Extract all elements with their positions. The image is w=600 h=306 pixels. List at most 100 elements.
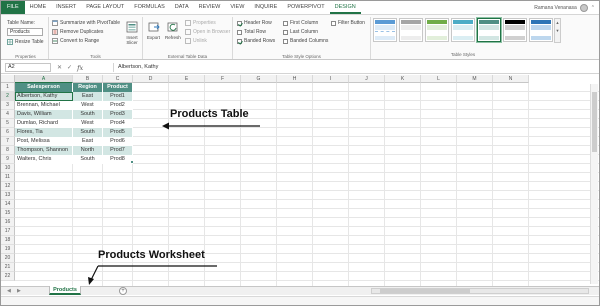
export-button[interactable]: Export bbox=[147, 21, 160, 40]
column-header-h[interactable]: H bbox=[277, 75, 313, 83]
table-cell[interactable]: East bbox=[73, 137, 103, 146]
add-sheet-icon[interactable]: + bbox=[119, 287, 127, 295]
column-header-f[interactable]: F bbox=[205, 75, 241, 83]
row-header-16[interactable]: 16 bbox=[1, 218, 15, 227]
row-header-10[interactable]: 10 bbox=[1, 164, 15, 173]
row-header-11[interactable]: 11 bbox=[1, 173, 15, 182]
horizontal-scrollbar[interactable] bbox=[371, 288, 589, 294]
gallery-scroll-icon[interactable]: ▲ ▼ bbox=[554, 18, 561, 43]
table-style-swatch[interactable] bbox=[503, 18, 527, 42]
banded-columns-checkbox[interactable]: Banded Columns bbox=[283, 38, 328, 44]
tab-insert[interactable]: INSERT bbox=[51, 1, 81, 14]
table-cell[interactable]: Prod4 bbox=[103, 119, 133, 128]
column-header-b[interactable]: B bbox=[73, 75, 103, 83]
total-row-checkbox[interactable]: Total Row bbox=[237, 29, 266, 35]
row-header-22[interactable]: 22 bbox=[1, 272, 15, 281]
column-header-m[interactable]: M bbox=[457, 75, 493, 83]
tab-design[interactable]: DESIGN bbox=[329, 1, 361, 14]
table-cell[interactable]: Walters, Chris bbox=[15, 155, 73, 164]
column-header-i[interactable]: I bbox=[313, 75, 349, 83]
row-header-18[interactable]: 18 bbox=[1, 236, 15, 245]
table-cell[interactable]: Brennan, Michael bbox=[15, 101, 73, 110]
row-header-1[interactable]: 1 bbox=[1, 83, 15, 92]
summarize-pivot-button[interactable]: Summarize with PivotTable bbox=[52, 20, 120, 26]
remove-duplicates-button[interactable]: Remove Duplicates bbox=[52, 29, 103, 35]
row-header-12[interactable]: 12 bbox=[1, 182, 15, 191]
row-header-19[interactable]: 19 bbox=[1, 245, 15, 254]
column-header-c[interactable]: C bbox=[103, 75, 133, 83]
tab-review[interactable]: REVIEW bbox=[194, 1, 226, 14]
column-header-g[interactable]: G bbox=[241, 75, 277, 83]
table-cell[interactable]: Prod7 bbox=[103, 146, 133, 155]
row-header-5[interactable]: 5 bbox=[1, 119, 15, 128]
tab-page-layout[interactable]: PAGE LAYOUT bbox=[81, 1, 129, 14]
insert-function-icon[interactable]: fx bbox=[77, 64, 83, 72]
table-header-cell[interactable]: Salesperson bbox=[15, 83, 73, 92]
table-resize-handle[interactable] bbox=[131, 161, 133, 163]
convert-to-range-button[interactable]: Convert to Range bbox=[52, 38, 99, 44]
row-header-14[interactable]: 14 bbox=[1, 200, 15, 209]
vertical-scroll-thumb[interactable] bbox=[592, 92, 597, 152]
table-cell[interactable]: West bbox=[73, 119, 103, 128]
selected-cell[interactable]: Albertson, Kathy bbox=[15, 92, 73, 101]
row-header-20[interactable]: 20 bbox=[1, 254, 15, 263]
row-header-2[interactable]: 2 bbox=[1, 92, 15, 101]
tab-home[interactable]: HOME bbox=[25, 1, 52, 14]
row-header-7[interactable]: 7 bbox=[1, 137, 15, 146]
table-cell[interactable]: West bbox=[73, 101, 103, 110]
row-header-17[interactable]: 17 bbox=[1, 227, 15, 236]
name-box[interactable]: A2 bbox=[5, 63, 51, 72]
table-style-swatch-selected[interactable] bbox=[477, 18, 501, 42]
column-header-l[interactable]: L bbox=[421, 75, 457, 83]
ribbon-collapse-icon[interactable]: ⌃ bbox=[591, 5, 595, 11]
table-cell[interactable]: South bbox=[73, 128, 103, 137]
table-cell[interactable]: Prod8 bbox=[103, 155, 133, 164]
cancel-icon[interactable]: ✕ bbox=[57, 64, 62, 71]
table-cell[interactable]: Flores, Tia bbox=[15, 128, 73, 137]
row-header-15[interactable]: 15 bbox=[1, 209, 15, 218]
table-style-swatch[interactable] bbox=[399, 18, 423, 42]
tab-view[interactable]: VIEW bbox=[225, 1, 249, 14]
table-style-swatch[interactable] bbox=[529, 18, 553, 42]
row-header-8[interactable]: 8 bbox=[1, 146, 15, 155]
table-cell[interactable]: South bbox=[73, 110, 103, 119]
table-cell[interactable]: Post, Melissa bbox=[15, 137, 73, 146]
sheet-nav-left-icon[interactable]: ◀ bbox=[7, 288, 11, 294]
tab-inquire[interactable]: INQUIRE bbox=[249, 1, 282, 14]
row-header-4[interactable]: 4 bbox=[1, 110, 15, 119]
table-style-swatch[interactable] bbox=[373, 18, 397, 42]
row-header-9[interactable]: 9 bbox=[1, 155, 15, 164]
select-all-corner[interactable] bbox=[1, 75, 15, 83]
table-name-input[interactable]: Products bbox=[7, 28, 43, 36]
tab-data[interactable]: DATA bbox=[170, 1, 194, 14]
row-header-3[interactable]: 3 bbox=[1, 101, 15, 110]
properties-button[interactable]: Properties bbox=[185, 20, 216, 26]
tab-powerpivot[interactable]: POWERPIVOT bbox=[282, 1, 329, 14]
table-cell[interactable]: Prod1 bbox=[103, 92, 133, 101]
table-cell[interactable]: Prod6 bbox=[103, 137, 133, 146]
table-cell[interactable]: Prod2 bbox=[103, 101, 133, 110]
header-row-checkbox[interactable]: Header Row bbox=[237, 20, 272, 26]
resize-table-button[interactable]: Resize Table bbox=[7, 39, 44, 45]
table-cell[interactable]: South bbox=[73, 155, 103, 164]
column-header-k[interactable]: K bbox=[385, 75, 421, 83]
table-cell[interactable]: Davis, William bbox=[15, 110, 73, 119]
row-header-13[interactable]: 13 bbox=[1, 191, 15, 200]
last-column-checkbox[interactable]: Last Column bbox=[283, 29, 318, 35]
table-cell[interactable]: Dumlao, Richard bbox=[15, 119, 73, 128]
filter-button-checkbox[interactable]: Filter Button bbox=[331, 20, 365, 26]
table-header-cell[interactable]: Product bbox=[103, 83, 133, 92]
table-cell[interactable]: North bbox=[73, 146, 103, 155]
table-style-swatch[interactable] bbox=[451, 18, 475, 42]
table-style-swatch[interactable] bbox=[425, 18, 449, 42]
table-cell[interactable]: Prod5 bbox=[103, 128, 133, 137]
table-cell[interactable]: Thompson, Shannon bbox=[15, 146, 73, 155]
sheet-tab-products[interactable]: Products bbox=[49, 286, 81, 295]
first-column-checkbox[interactable]: First Column bbox=[283, 20, 318, 26]
tab-file[interactable]: FILE bbox=[1, 1, 25, 14]
column-header-e[interactable]: E bbox=[169, 75, 205, 83]
column-header-n[interactable]: N bbox=[493, 75, 529, 83]
unlink-button[interactable]: Unlink bbox=[185, 38, 207, 44]
horizontal-scroll-thumb[interactable] bbox=[380, 289, 470, 293]
insert-slicer-button[interactable]: Insert Slicer bbox=[123, 21, 141, 45]
